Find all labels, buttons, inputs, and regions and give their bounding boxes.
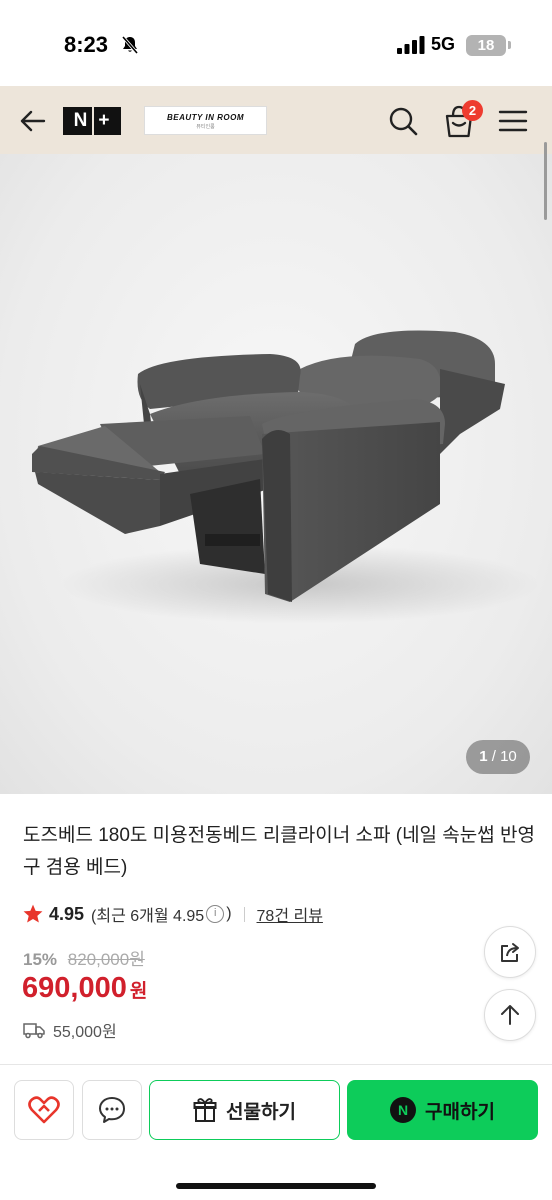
cart-count-badge: 2 (462, 100, 483, 121)
logo-divider (92, 107, 95, 135)
bell-slash-icon (121, 35, 139, 55)
chat-button[interactable] (82, 1080, 142, 1140)
discount-row: 15% 820,000원 (23, 945, 145, 970)
battery-cap (508, 41, 511, 49)
original-price: 820,000원 (67, 950, 145, 969)
page-scrollbar[interactable] (544, 142, 547, 220)
status-time: 8:23 (64, 32, 109, 57)
product-title: 도즈베드 180도 미용전동베드 리클라이너 소파 (네일 속눈썹 반영구 겸용… (23, 825, 535, 878)
home-indicator[interactable] (176, 1183, 376, 1189)
chat-bubble-icon (99, 1097, 125, 1123)
rating-divider (243, 906, 245, 922)
gift-button[interactable]: 선물하기 (149, 1080, 340, 1140)
status-bar: 8:23 5G 18 (0, 0, 552, 86)
scroll-top-button[interactable] (484, 989, 536, 1041)
recent-rating-label: (최근 6개월 4.95 (91, 908, 205, 925)
share-button[interactable] (484, 926, 536, 978)
gift-button-label: 선물하기 (226, 1101, 296, 1123)
back-arrow-icon[interactable] (16, 104, 50, 138)
price-unit: 원 (129, 981, 148, 1002)
image-total: 10 (500, 748, 517, 765)
brand-subname: 뷰티인룸 (196, 124, 215, 130)
share-icon (501, 943, 519, 962)
product-photo-recliner (32, 330, 540, 624)
heart-icon (28, 1096, 60, 1124)
discount-rate: 15% (23, 950, 58, 969)
image-counter: 1 / 10 (466, 740, 530, 774)
shipping-fee: 55,000원 (53, 1024, 117, 1041)
sale-price: 690,000 (22, 972, 127, 1004)
buy-button-label: 구매하기 (425, 1101, 495, 1123)
image-separator: / (491, 748, 496, 765)
naver-pay-icon: N (390, 1097, 417, 1123)
battery-icon: 18 (466, 35, 506, 56)
gift-icon (193, 1098, 217, 1122)
logo-plus: + (98, 110, 111, 131)
brand-name: BEAUTY IN ROOM (166, 113, 245, 122)
shipping-row: 55,000원 (23, 1018, 117, 1042)
info-icon[interactable]: i (206, 905, 225, 923)
star-icon (23, 904, 43, 923)
product-image-gallery[interactable] (0, 154, 552, 794)
delivery-truck-icon (23, 1023, 45, 1039)
signal-icon (397, 36, 425, 54)
hamburger-menu-icon[interactable] (496, 104, 530, 138)
nplus-logo[interactable]: N + (63, 107, 121, 135)
price-row: 690,000 원 (22, 972, 147, 1005)
rating-row: 4.95 (최근 6개월 4.95 i ) 78건 리뷰 (22, 902, 323, 926)
arrow-up-icon (501, 1005, 519, 1025)
image-index: 1 (479, 748, 488, 765)
logo-n: N (73, 110, 89, 131)
buy-button[interactable]: N 구매하기 (347, 1080, 538, 1140)
brand-logo[interactable]: BEAUTY IN ROOM 뷰티인룸 (144, 106, 267, 135)
rating-score: 4.95 (49, 903, 85, 924)
network-label: 5G (431, 34, 456, 54)
bottom-action-bar: 선물하기 N 구매하기 (0, 1064, 552, 1200)
search-icon[interactable] (386, 104, 420, 138)
review-count-link[interactable]: 78건 리뷰 (257, 902, 323, 926)
wishlist-button[interactable] (14, 1080, 74, 1140)
recent-rating-close: ) (226, 905, 232, 922)
